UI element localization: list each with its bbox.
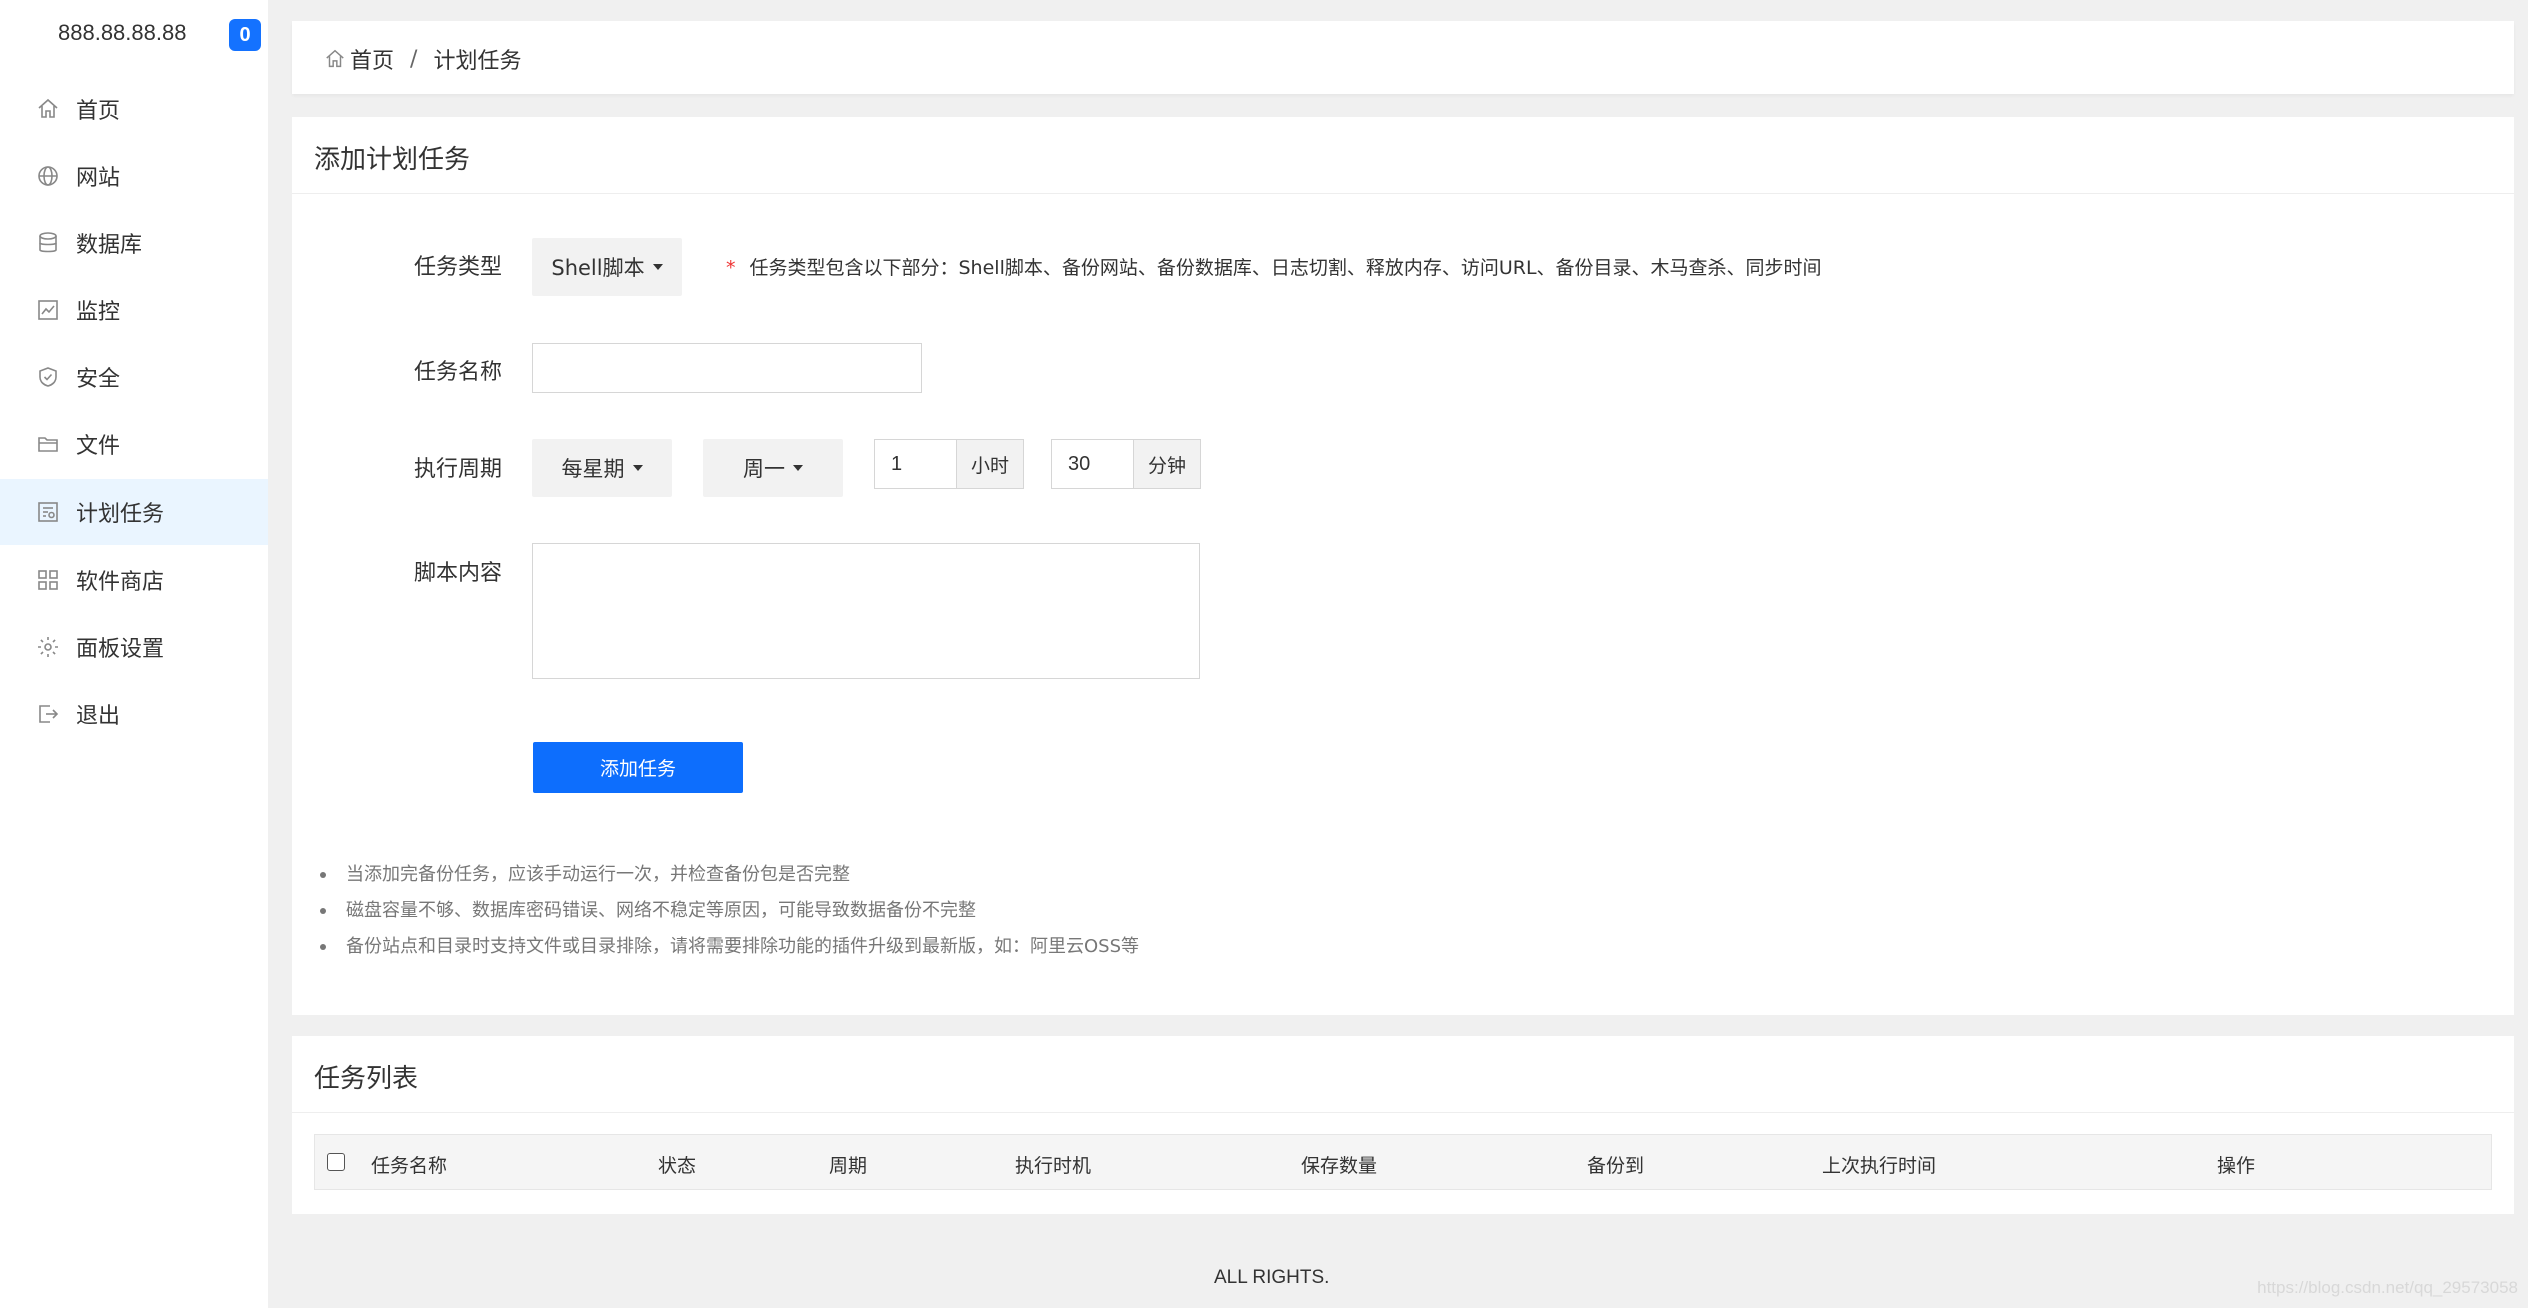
sidebar-item-label: 网站 — [76, 166, 121, 191]
weekday-dropdown[interactable]: 周一 — [703, 439, 843, 497]
table-header: 任务名称 状态 周期 执行时机 保存数量 备份到 上次执行时间 操作 — [314, 1134, 2492, 1190]
period-value: 每星期 — [561, 457, 625, 481]
script-label: 脚本内容 — [413, 561, 502, 586]
column-header[interactable]: 状态 — [658, 1151, 696, 1178]
task-type-dropdown[interactable]: Shell脚本 — [532, 238, 682, 296]
divider — [292, 1112, 2514, 1113]
breadcrumb-separator: / — [410, 46, 418, 72]
sidebar-item-label: 首页 — [76, 99, 121, 124]
sidebar: 888.88.88.88 0 首页 网站 数据库 监控 安全 文件 计划任务 软… — [0, 0, 268, 1308]
task-name-input[interactable] — [532, 343, 922, 393]
home-icon — [36, 97, 60, 121]
task-type-hint-text: 任务类型包含以下部分：Shell脚本、备份网站、备份数据库、日志切割、释放内存、… — [749, 257, 1822, 279]
home-icon — [326, 49, 344, 68]
breadcrumb-bar: 首页 / 计划任务 — [292, 21, 2514, 94]
sidebar-item-monitor[interactable]: 监控 — [0, 277, 268, 343]
logout-icon — [36, 702, 60, 726]
notes-list: 当添加完备份任务，应该手动运行一次，并检查备份包是否完整 磁盘容量不够、数据库密… — [320, 857, 1139, 965]
column-header[interactable]: 操作 — [2217, 1151, 2255, 1178]
panel-title: 添加计划任务 — [314, 145, 471, 175]
column-header[interactable]: 执行时机 — [1015, 1151, 1091, 1178]
task-name-label: 任务名称 — [413, 360, 502, 385]
watermark: https://blog.csdn.net/qq_29573058 — [2257, 1278, 2518, 1297]
sidebar-item-label: 安全 — [76, 367, 121, 392]
hour-input[interactable] — [874, 439, 957, 489]
script-textarea[interactable] — [532, 543, 1200, 679]
column-header[interactable]: 保存数量 — [1301, 1151, 1377, 1178]
sidebar-item-label: 计划任务 — [76, 502, 165, 527]
sidebar-item-label: 文件 — [76, 434, 121, 459]
calendar-icon — [36, 500, 60, 524]
select-all-checkbox[interactable] — [327, 1153, 345, 1171]
sidebar-item-cron[interactable]: 计划任务 — [0, 479, 268, 545]
column-header[interactable]: 任务名称 — [371, 1151, 447, 1178]
shield-icon — [36, 365, 60, 389]
grid-icon — [36, 568, 60, 592]
hour-unit: 小时 — [957, 439, 1024, 489]
sidebar-item-database[interactable]: 数据库 — [0, 210, 268, 276]
breadcrumb-home-link[interactable]: 首页 — [350, 43, 394, 75]
sidebar-item-home[interactable]: 首页 — [0, 76, 268, 142]
column-header[interactable]: 上次执行时间 — [1822, 1151, 1936, 1178]
server-ip: 888.88.88.88 — [58, 20, 187, 45]
sidebar-item-label: 数据库 — [76, 233, 143, 258]
sidebar-item-label: 面板设置 — [76, 637, 165, 662]
caret-down-icon — [652, 264, 663, 270]
task-type-hint: * 任务类型包含以下部分：Shell脚本、备份网站、备份数据库、日志切割、释放内存… — [726, 253, 1822, 280]
gear-icon — [36, 635, 60, 659]
column-header[interactable]: 周期 — [829, 1151, 867, 1178]
period-label: 执行周期 — [413, 457, 502, 482]
caret-down-icon — [793, 465, 803, 471]
sidebar-item-label: 软件商店 — [76, 570, 165, 595]
list-item: 当添加完备份任务，应该手动运行一次，并检查备份包是否完整 — [320, 857, 1139, 893]
globe-icon — [36, 164, 60, 188]
sidebar-item-website[interactable]: 网站 — [0, 143, 268, 209]
task-list-panel: 任务列表 任务名称 状态 周期 执行时机 保存数量 备份到 上次执行时间 操作 — [292, 1036, 2514, 1214]
task-type-value: Shell脚本 — [551, 256, 645, 280]
sidebar-item-store[interactable]: 软件商店 — [0, 547, 268, 613]
sidebar-item-settings[interactable]: 面板设置 — [0, 614, 268, 680]
folder-icon — [36, 432, 60, 456]
column-header[interactable]: 备份到 — [1587, 1151, 1644, 1178]
list-item: 备份站点和目录时支持文件或目录排除，请将需要排除功能的插件升级到最新版，如：阿里… — [320, 929, 1139, 965]
notification-badge[interactable]: 0 — [229, 19, 261, 51]
sidebar-item-label: 监控 — [76, 300, 121, 325]
period-dropdown[interactable]: 每星期 — [532, 439, 672, 497]
caret-down-icon — [632, 465, 643, 471]
sidebar-item-logout[interactable]: 退出 — [0, 681, 268, 747]
sidebar-item-label: 退出 — [76, 704, 121, 729]
panel-title: 任务列表 — [314, 1064, 419, 1094]
required-asterisk: * — [726, 257, 736, 279]
list-item: 磁盘容量不够、数据库密码错误、网络不稳定等原因，可能导致数据备份不完整 — [320, 893, 1139, 929]
database-icon — [36, 231, 60, 255]
minute-unit: 分钟 — [1134, 439, 1201, 489]
add-task-panel: 添加计划任务 任务类型 Shell脚本 * 任务类型包含以下部分：Shell脚本、… — [292, 117, 2514, 1015]
task-type-label: 任务类型 — [413, 255, 502, 280]
divider — [292, 193, 2514, 194]
weekday-value: 周一 — [743, 457, 785, 481]
sidebar-item-security[interactable]: 安全 — [0, 344, 268, 410]
monitor-icon — [36, 298, 60, 322]
add-task-button[interactable]: 添加任务 — [533, 742, 743, 793]
sidebar-item-files[interactable]: 文件 — [0, 411, 268, 477]
breadcrumb: 首页 / 计划任务 — [324, 43, 521, 75]
sidebar-header: 888.88.88.88 0 — [0, 0, 268, 72]
breadcrumb-current: 计划任务 — [433, 49, 522, 74]
minute-input[interactable] — [1051, 439, 1134, 489]
footer-copyright: ALL RIGHTS. — [1214, 1267, 1330, 1288]
